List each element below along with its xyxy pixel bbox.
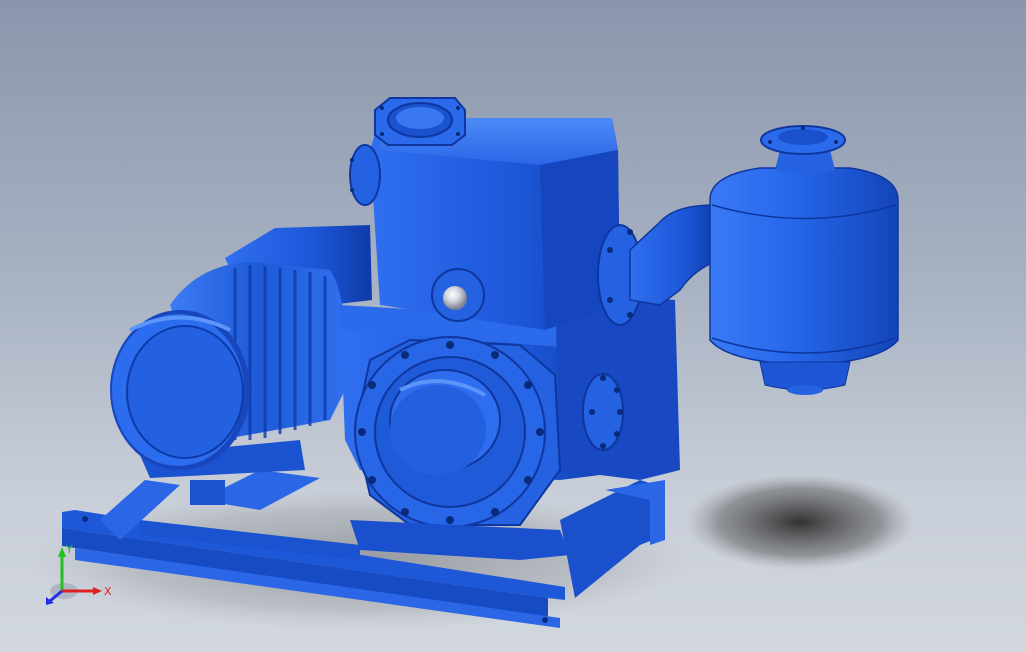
motor-end-cap[interactable] [110, 310, 250, 470]
upper-housing[interactable] [349, 118, 620, 330]
inlet-flange[interactable] [374, 97, 466, 146]
axis-triad: X Y [46, 545, 112, 605]
x-axis-label: X [104, 585, 112, 598]
tank-outlet-flange[interactable] [760, 125, 846, 174]
side-cover[interactable] [582, 373, 624, 451]
tank-shadow [685, 474, 915, 570]
sight-glass[interactable] [431, 268, 485, 322]
cad-viewport[interactable]: X Y [0, 0, 1026, 652]
vacuum-pump-model[interactable] [0, 0, 1026, 652]
y-axis-label: Y [65, 545, 73, 556]
separator-tank[interactable] [709, 167, 899, 395]
pump-end-flange[interactable] [353, 336, 562, 528]
